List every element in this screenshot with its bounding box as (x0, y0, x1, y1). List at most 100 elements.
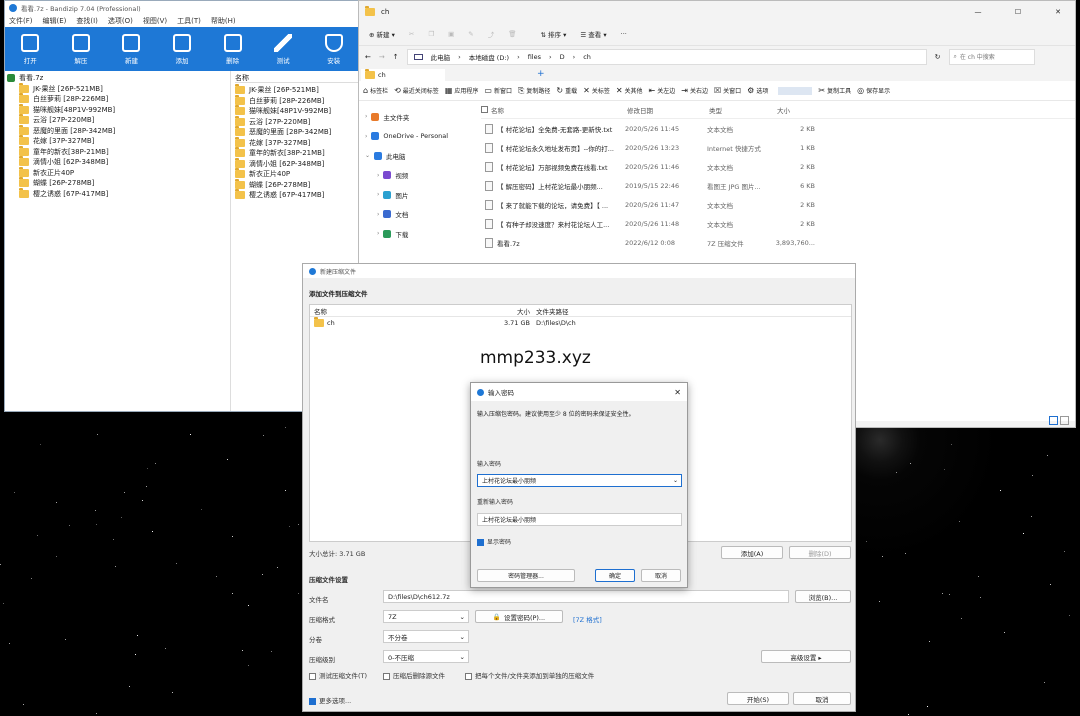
qt-button-10[interactable]: ☒ 关窗口 (714, 86, 741, 95)
crumb-ch[interactable]: ch (583, 53, 591, 61)
menu-view[interactable]: 视图(V) (143, 16, 167, 26)
list-item[interactable]: 猫咪舰妹[48P1V-992MB] (235, 105, 359, 117)
file-row[interactable]: 看看.7z 2022/6/12 0:08 7Z 压缩文件 3,893,760... (481, 233, 1075, 252)
show-password-checkbox[interactable]: 显示密码 (477, 537, 511, 546)
file-row[interactable]: 【 村花论坛】全免费-无套路-更新快.txt 2020/5/26 11:45 文本文… (481, 119, 1075, 138)
separate-archives-checkbox[interactable]: 把每个文件/文件夹添加到单独的压缩文件 (465, 670, 594, 680)
list-header-name[interactable]: 名称 (235, 73, 359, 83)
qt-button-12[interactable]: ✂ 复制工具 (818, 86, 851, 95)
set-password-button[interactable]: 🔒 设置密码(P)... (475, 610, 563, 623)
nav-item[interactable]: ⌄ 此电脑 (365, 146, 475, 166)
col-path[interactable]: 文件夹路径 (530, 306, 830, 316)
list-item[interactable]: 滴情小姐 [62P-348MB] (235, 157, 359, 170)
qt-button-2[interactable]: ▦ 应用程序 (445, 86, 479, 95)
level-select[interactable]: 0-不压缩 ⌄ (383, 650, 469, 663)
open-button[interactable]: 打开 (5, 33, 56, 65)
forward-icon[interactable]: → (379, 53, 385, 61)
col-date[interactable]: 修改日期 (627, 105, 709, 115)
list-item[interactable]: JK-果丝 [26P-521MB] (235, 84, 359, 96)
file-row[interactable]: 【 有种子却没速度？来村花论坛人工... 2020/5/26 11:48 文本文档 2… (481, 214, 1075, 233)
nav-item[interactable]: › 主文件夹 (365, 107, 475, 127)
crumb-d[interactable]: D (560, 53, 565, 61)
col-name[interactable]: 名称 (491, 105, 627, 115)
install-button[interactable]: 安装 (308, 33, 359, 65)
qt-button-9[interactable]: ⇥ 关右边 (681, 86, 708, 95)
tree-item[interactable]: JK-果丝 [26P-521MB] (19, 82, 230, 95)
sort-button[interactable]: ⇅ 排序 ▾ (541, 29, 567, 39)
rename-icon[interactable]: ✎ (468, 30, 473, 38)
tree-item[interactable]: 童年的新衣[38P-21MB] (19, 145, 230, 158)
cut-icon[interactable]: ✂ (409, 30, 414, 38)
qt-button-5[interactable]: ↻ 重载 (556, 86, 577, 95)
more-options-checkbox[interactable]: 更多选项... (309, 695, 351, 705)
col-size[interactable]: 大小 (777, 105, 817, 115)
file-row[interactable]: 【 来了就能下载的论坛，请免费】【 ... 2020/5/26 11:47 文本文档… (481, 195, 1075, 214)
tree-item[interactable]: 猫咪舰妹[48P1V-992MB] (19, 103, 230, 116)
format-hint[interactable]: [7Z 格式] (573, 614, 602, 624)
tree-root[interactable]: 看看.7z (7, 73, 230, 84)
crumb-pc[interactable]: 此电脑 (431, 52, 451, 62)
tab-ch[interactable]: ch (361, 69, 445, 81)
file-row[interactable]: 【 村花论坛永久地址发布页】--你的打... 2020/5/26 13:23 Int… (481, 138, 1075, 157)
list-item[interactable]: ch 3.71 GB D:\files\D\ch (310, 317, 851, 329)
search-input[interactable]: ⌕ 在 ch 中搜索 (948, 48, 1035, 65)
file-row[interactable]: 【 解压密码】上村花论坛最小朋频... 2019/5/15 22:46 看图王 JP… (481, 176, 1075, 195)
filename-input[interactable]: D:\files\D\ch612.7z (383, 590, 789, 603)
confirm-password-input[interactable]: 上村花论坛最小朋频 (477, 513, 682, 526)
share-icon[interactable]: ⤴ (488, 29, 495, 39)
more-icon[interactable]: ··· (621, 30, 627, 38)
tree-item[interactable]: 樱之诱惑 [67P-417MB] (19, 187, 230, 200)
add-files-button[interactable]: 添加(A) (721, 546, 783, 559)
view-button[interactable]: ☰ 查看 ▾ (580, 29, 606, 39)
password-input[interactable]: 上村花论坛最小朋频 ⌄ (477, 474, 682, 487)
crumb-disk[interactable]: 本地磁盘 (D:) (469, 52, 509, 62)
nav-item[interactable]: › 视频 (365, 166, 475, 186)
close-button[interactable]: ✕ (1041, 8, 1075, 16)
qt-button-8[interactable]: ⇤ 关左边 (649, 86, 676, 95)
tree-item[interactable]: 滴情小姐 [62P-348MB] (19, 156, 230, 168)
delete-source-checkbox[interactable]: 压缩后删除源文件 (383, 670, 445, 680)
qt-button-1[interactable]: ⟲ 最近关闭标签 (394, 86, 439, 95)
tree-item[interactable]: 花嫁 [37P-327MB] (19, 135, 230, 147)
menu-tools[interactable]: 工具(T) (177, 16, 201, 26)
nav-item[interactable]: › OneDrive - Personal (365, 127, 475, 147)
tree-item[interactable]: 恶魔的里面 [28P-342MB] (19, 124, 230, 137)
menu-file[interactable]: 文件(F) (9, 16, 33, 26)
details-view-icon[interactable] (1049, 416, 1058, 425)
tree-item[interactable]: 蝴蝶 [26P-278MB] (19, 177, 230, 189)
menu-help[interactable]: 帮助(H) (211, 16, 236, 26)
list-item[interactable]: 童年的新衣[38P-21MB] (235, 147, 359, 159)
nav-item[interactable]: › 下载 (365, 224, 475, 244)
copy-icon[interactable]: ❐ (428, 30, 434, 38)
list-item[interactable]: 花嫁 [37P-327MB] (235, 136, 359, 149)
password-manager-button[interactable]: 密码管理器... (477, 569, 575, 582)
tiles-view-icon[interactable] (1060, 416, 1069, 425)
test-button[interactable]: 测试 (258, 33, 309, 65)
extract-button[interactable]: 解压 (56, 33, 107, 65)
qt-button-4[interactable]: ⎘ 复制路径 (518, 86, 550, 96)
col-type[interactable]: 类型 (709, 105, 777, 115)
crumb-files[interactable]: files (528, 53, 541, 61)
menu-find[interactable]: 查找(I) (76, 16, 98, 26)
remove-files-button[interactable]: 删除(D) (789, 546, 851, 559)
list-item[interactable]: 恶魔的里面 [28P-342MB] (235, 126, 359, 138)
delete-icon[interactable]: 🗑 (508, 30, 516, 38)
list-item[interactable]: 新衣正片40P (235, 168, 359, 180)
up-icon[interactable]: ↑ (393, 53, 399, 61)
qt-button-3[interactable]: ▭ 新窗口 (484, 86, 512, 95)
nav-item[interactable]: › 文档 (365, 205, 475, 225)
delete-button[interactable]: 删除 (207, 33, 258, 65)
qt-button-0[interactable]: ⌂ 标签栏 (363, 86, 388, 95)
maximize-button[interactable]: ☐ (1001, 8, 1035, 16)
new-archive-button[interactable]: 新建 (106, 33, 157, 65)
back-icon[interactable]: ← (365, 53, 371, 61)
qt-button-6[interactable]: ✕ 关标签 (583, 86, 610, 95)
add-button[interactable]: 添加 (157, 33, 208, 65)
split-select[interactable]: 不分卷 ⌄ (383, 630, 469, 643)
cancel-button[interactable]: 取消 (793, 692, 851, 705)
tree-item[interactable]: 白丝萝莉 [28P-226MB] (19, 93, 230, 105)
refresh-icon[interactable]: ↻ (935, 53, 941, 61)
minimize-button[interactable]: — (961, 8, 995, 16)
select-all-checkbox[interactable] (481, 106, 488, 113)
new-button[interactable]: ⊕ 新建 ▾ (369, 29, 395, 39)
